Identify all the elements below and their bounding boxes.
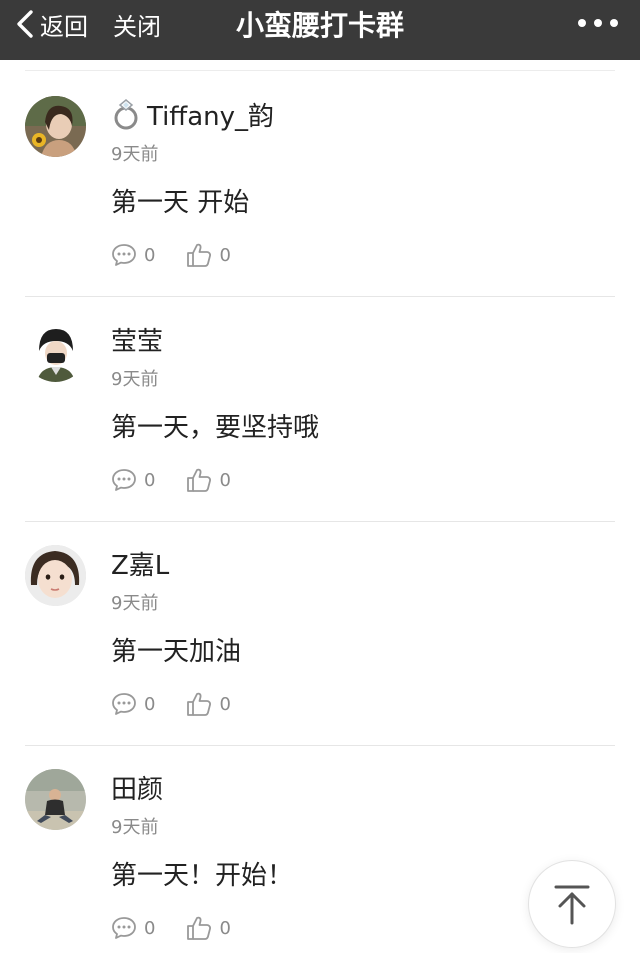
chevron-left-icon xyxy=(17,10,33,38)
post-item: Tiffany_韵 9天前 第一天 开始 0 0 xyxy=(0,72,640,297)
arrow-up-icon xyxy=(554,885,590,925)
post-content: 第一天！开始！ xyxy=(111,861,294,891)
post-time: 9天前 xyxy=(111,817,159,838)
username[interactable]: Tiffany_韵 xyxy=(111,96,274,132)
comment-button[interactable]: 0 xyxy=(110,241,155,269)
like-button[interactable]: 0 xyxy=(185,914,231,942)
comment-bubble-icon xyxy=(112,244,136,266)
back-button[interactable]: 返回 xyxy=(14,0,88,48)
navigation-bar: 返回 关闭 小蛮腰打卡群 xyxy=(0,0,640,60)
thumbs-up-icon xyxy=(187,916,212,940)
avatar[interactable] xyxy=(25,545,86,606)
comment-button[interactable]: 0 xyxy=(110,690,155,718)
like-button[interactable]: 0 xyxy=(185,690,231,718)
like-count: 0 xyxy=(219,469,231,491)
post-item: 莹莹 9天前 第一天，要坚持哦 0 0 xyxy=(0,297,640,522)
like-count: 0 xyxy=(219,244,231,266)
diamond-ring-icon xyxy=(114,99,138,130)
comment-count: 0 xyxy=(144,693,156,715)
like-button[interactable]: 0 xyxy=(185,241,231,269)
like-count: 0 xyxy=(219,693,231,715)
thumbs-up-icon xyxy=(187,468,212,492)
more-dots-icon[interactable] xyxy=(578,8,618,38)
username[interactable]: Z嘉L xyxy=(111,545,169,581)
username-text: Z嘉L xyxy=(111,550,170,581)
like-count: 0 xyxy=(219,917,231,939)
username-text: Tiffany_韵 xyxy=(147,101,275,132)
post-content: 第一天加油 xyxy=(111,637,242,667)
comment-bubble-icon xyxy=(112,469,136,491)
thumbs-up-icon xyxy=(187,243,212,267)
like-button[interactable]: 0 xyxy=(185,466,231,494)
username-text: 田颜 xyxy=(111,774,164,805)
post-time: 9天前 xyxy=(111,144,159,165)
avatar[interactable] xyxy=(25,769,86,830)
comment-button[interactable]: 0 xyxy=(110,466,155,494)
back-to-top-button[interactable] xyxy=(528,860,616,948)
back-label: 返回 xyxy=(40,12,88,41)
post-time: 9天前 xyxy=(111,593,159,614)
avatar[interactable] xyxy=(25,96,86,157)
comment-count: 0 xyxy=(144,469,156,491)
username[interactable]: 田颜 xyxy=(111,769,163,805)
username[interactable]: 莹莹 xyxy=(111,321,163,357)
post-content: 第一天，要坚持哦 xyxy=(111,413,320,443)
post-actions: 0 0 xyxy=(110,238,261,272)
comment-count: 0 xyxy=(144,244,156,266)
post-actions: 0 0 xyxy=(110,463,261,497)
post-time: 9天前 xyxy=(111,369,159,390)
divider xyxy=(25,70,615,71)
post-actions: 0 0 xyxy=(110,911,261,945)
thumbs-up-icon xyxy=(187,692,212,716)
comment-bubble-icon xyxy=(112,693,136,715)
post-actions: 0 0 xyxy=(110,687,261,721)
comment-count: 0 xyxy=(144,917,156,939)
avatar[interactable] xyxy=(25,321,86,382)
page-title: 小蛮腰打卡群 xyxy=(235,9,404,42)
post-item: Z嘉L 9天前 第一天加油 0 0 xyxy=(0,521,640,746)
username-text: 莹莹 xyxy=(111,326,164,357)
comment-bubble-icon xyxy=(112,917,136,939)
close-button[interactable]: 关闭 xyxy=(113,0,161,48)
comment-button[interactable]: 0 xyxy=(110,914,155,942)
post-content: 第一天 开始 xyxy=(111,188,250,218)
